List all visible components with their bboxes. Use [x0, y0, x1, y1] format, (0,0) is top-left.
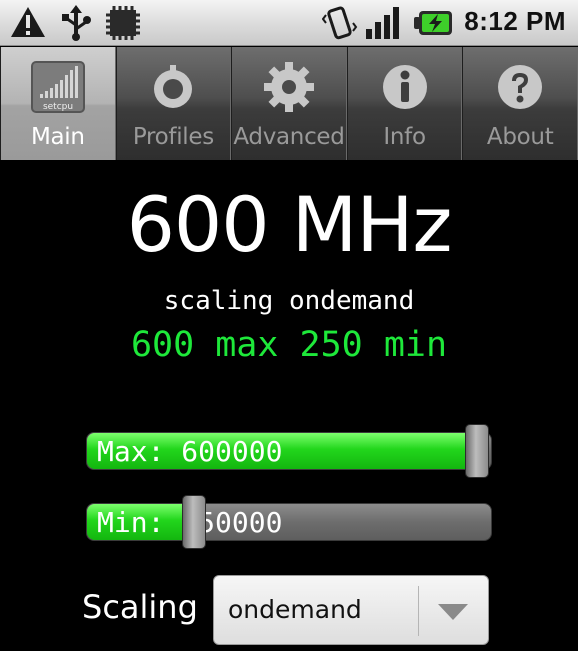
tab-label: Advanced	[233, 124, 345, 150]
clock: 8:12 PM	[464, 6, 566, 36]
slider-thumb[interactable]	[465, 424, 489, 478]
warning-icon	[11, 7, 45, 37]
vibrate-icon	[322, 6, 358, 40]
tab-label: Profiles	[132, 124, 214, 150]
tab-label: Main	[30, 124, 85, 150]
signal-icon	[366, 7, 399, 39]
scaling-selected-value: ondemand	[228, 595, 362, 624]
min-frequency-slider[interactable]: Min: 250000	[86, 495, 492, 549]
slider-thumb[interactable]	[182, 495, 206, 549]
setcpu-icon: setcpu	[30, 59, 86, 115]
svg-text:setcpu: setcpu	[43, 102, 73, 112]
current-frequency: 600 MHz	[126, 180, 453, 269]
dropdown-divider	[418, 586, 419, 636]
chip-icon	[106, 6, 140, 40]
scaling-dropdown[interactable]: ondemand	[213, 575, 489, 645]
max-frequency-slider[interactable]: Max: 600000	[86, 424, 492, 478]
tab-info[interactable]: Info	[346, 47, 463, 160]
profiles-icon	[145, 59, 201, 115]
usb-icon	[62, 5, 91, 41]
help-icon	[492, 59, 548, 115]
slider-label: Max: 600000	[97, 435, 283, 468]
tab-profiles[interactable]: Profiles	[115, 47, 232, 160]
gear-icon	[261, 59, 317, 115]
tab-main[interactable]: setcpu Main	[0, 47, 116, 160]
scaling-label: Scaling	[82, 588, 198, 626]
chevron-down-icon	[438, 604, 468, 620]
tab-advanced[interactable]: Advanced	[231, 47, 347, 160]
tab-bar: setcpu Main Profiles Advanced Info About	[0, 47, 578, 160]
frequency-range: 600 max 250 min	[130, 325, 448, 365]
tab-label: Info	[383, 124, 426, 150]
battery-charging-icon	[414, 11, 452, 35]
tab-about[interactable]: About	[462, 47, 578, 160]
tab-label: About	[486, 124, 554, 150]
governor-text: scaling ondemand	[163, 286, 415, 316]
status-bar: 8:12 PM	[0, 0, 578, 46]
info-icon	[377, 59, 433, 115]
